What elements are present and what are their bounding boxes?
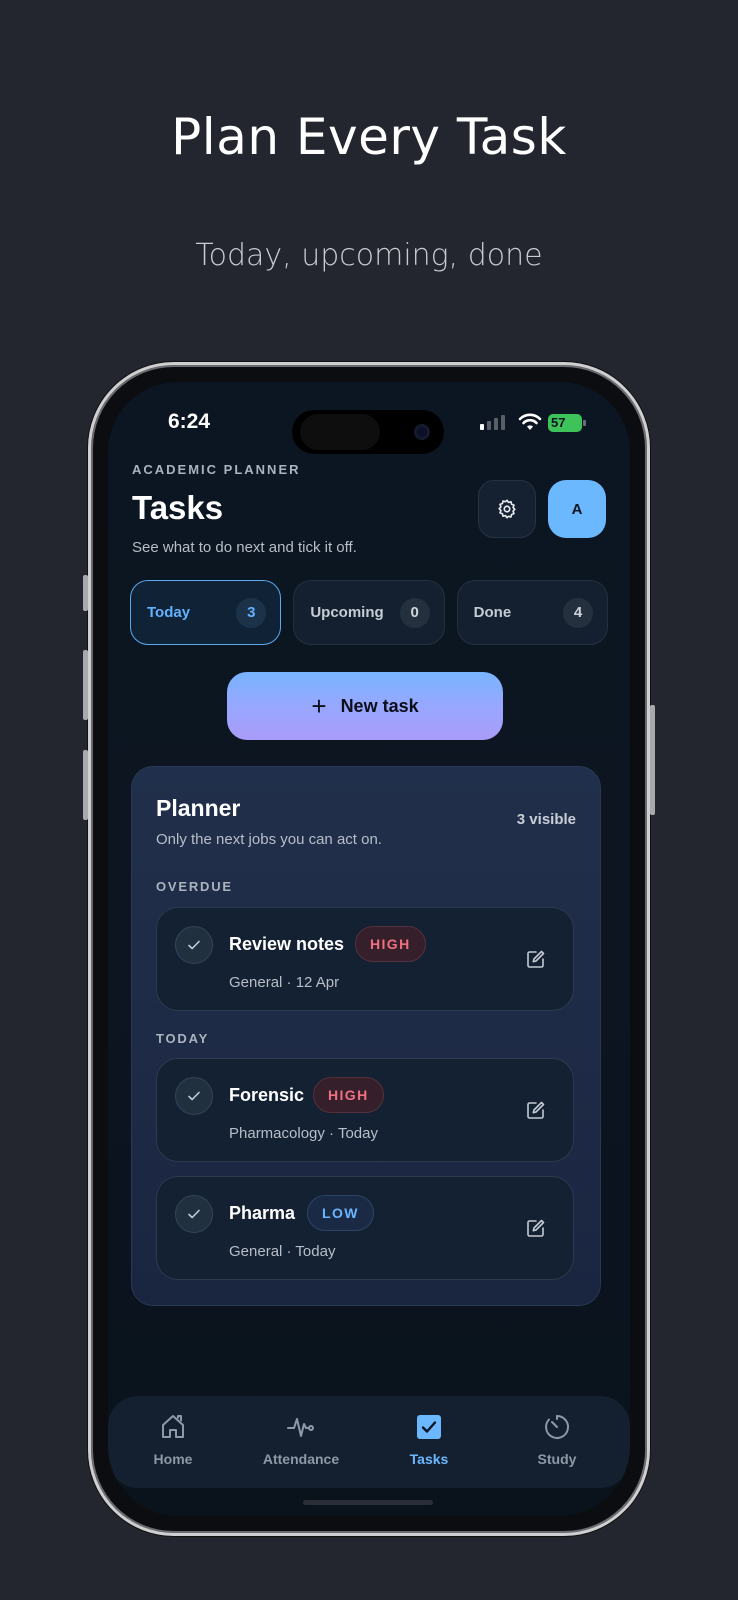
- header: ACADEMIC PLANNER Tasks See what to do ne…: [132, 462, 606, 556]
- checkmark-icon: [188, 940, 200, 950]
- new-task-label: New task: [340, 695, 419, 716]
- planner-title: Planner: [156, 795, 241, 821]
- home-indicator: [303, 1500, 433, 1505]
- edit-icon[interactable]: [525, 1099, 547, 1121]
- filter-upcoming[interactable]: Upcoming 0: [293, 580, 445, 645]
- edit-icon[interactable]: [525, 1217, 547, 1239]
- action-button: [83, 575, 88, 611]
- planner-card: Planner Only the next jobs you can act o…: [131, 766, 601, 1306]
- planner-description: Only the next jobs you can act on.: [156, 831, 382, 848]
- gear-icon: [498, 499, 516, 519]
- tab-attendance[interactable]: Attendance: [246, 1412, 356, 1467]
- priority-badge: LOW: [307, 1195, 374, 1231]
- timer-icon: [545, 1414, 570, 1439]
- complete-checkbox[interactable]: [175, 1077, 213, 1115]
- checkbox-icon: [417, 1415, 441, 1439]
- tab-label: Tasks: [409, 1451, 449, 1467]
- avatar[interactable]: A: [548, 480, 606, 538]
- filter-count: 3: [236, 597, 267, 628]
- power-button: [650, 705, 655, 815]
- filter-label: Done: [473, 604, 512, 621]
- task-name: Review notes: [229, 934, 345, 954]
- hero-title: Plan Every Task: [171, 108, 567, 166]
- planner-visible-count: 3 visible: [516, 811, 576, 828]
- header-overline: ACADEMIC PLANNER: [132, 462, 301, 477]
- home-icon: [162, 1415, 184, 1438]
- wifi-icon: [518, 413, 542, 430]
- tab-study[interactable]: Study: [502, 1412, 612, 1467]
- priority-badge: HIGH: [313, 1077, 384, 1113]
- priority-badge: HIGH: [355, 926, 426, 962]
- checkmark-icon: [188, 1209, 200, 1219]
- complete-checkbox[interactable]: [175, 926, 213, 964]
- tab-tasks[interactable]: Tasks: [374, 1412, 484, 1467]
- phone-frame: 6:24 57 ACADEMIC PLANNER Tasks See what …: [83, 362, 655, 1536]
- pulse-icon: [287, 1418, 314, 1437]
- tab-label: Attendance: [262, 1451, 340, 1467]
- tab-home[interactable]: Home: [118, 1412, 228, 1467]
- battery-icon: 57: [548, 414, 586, 432]
- settings-button[interactable]: [478, 480, 536, 538]
- filter-label: Upcoming: [310, 604, 384, 621]
- filter-done[interactable]: Done 4: [456, 580, 608, 645]
- dynamic-island: [292, 410, 444, 454]
- task-name: Pharma: [229, 1203, 296, 1223]
- task-item[interactable]: Forensic HIGH Pharmacology · Today: [156, 1058, 574, 1162]
- task-meta: General · Today: [229, 1243, 336, 1260]
- checkmark-icon: [188, 1091, 200, 1101]
- battery-level: 57: [551, 415, 566, 430]
- page-subtitle: See what to do next and tick it off.: [132, 539, 357, 556]
- phone-screen: 6:24 57 ACADEMIC PLANNER Tasks See what …: [108, 382, 630, 1516]
- island-sensor: [300, 414, 380, 450]
- bottom-tab-bar: Home Attendance Tasks Study: [108, 1396, 630, 1488]
- volume-up-button: [83, 650, 88, 720]
- complete-checkbox[interactable]: [175, 1195, 213, 1233]
- task-item[interactable]: Pharma LOW General · Today: [156, 1176, 574, 1280]
- filter-tabs: Today 3 Upcoming 0 Done 4: [130, 580, 608, 645]
- filter-today[interactable]: Today 3: [130, 580, 282, 645]
- filter-count: 0: [399, 597, 430, 628]
- cellular-signal-icon: [480, 414, 505, 430]
- plus-icon: +: [311, 691, 327, 721]
- edit-icon[interactable]: [525, 948, 547, 970]
- tab-label: Study: [537, 1451, 577, 1467]
- filter-label: Today: [147, 604, 191, 621]
- status-time: 6:24: [168, 410, 211, 433]
- new-task-button[interactable]: + New task: [227, 672, 503, 740]
- section-label-today: TODAY: [156, 1031, 210, 1046]
- tab-label: Home: [153, 1451, 193, 1467]
- task-name: Forensic: [229, 1085, 305, 1105]
- task-item[interactable]: Review notes HIGH General · 12 Apr: [156, 907, 574, 1011]
- section-label-overdue: OVERDUE: [156, 879, 233, 894]
- hero-subtitle: Today, upcoming, done: [195, 238, 543, 273]
- status-bar: 6:24 57: [108, 402, 630, 454]
- task-meta: Pharmacology · Today: [229, 1125, 378, 1142]
- volume-down-button: [83, 750, 88, 820]
- filter-count: 4: [562, 597, 593, 628]
- camera-icon: [414, 424, 430, 440]
- task-meta: General · 12 Apr: [229, 974, 340, 991]
